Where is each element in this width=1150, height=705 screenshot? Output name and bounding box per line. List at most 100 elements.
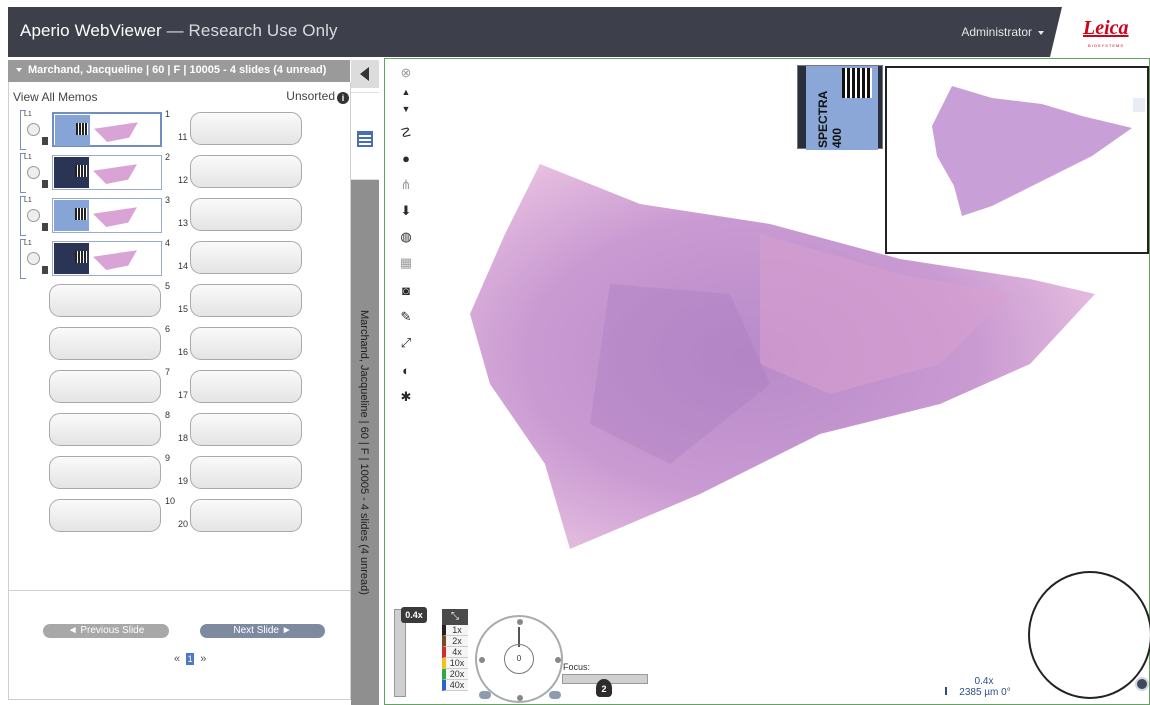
arrow-down-icon[interactable]: ▼ <box>393 99 419 119</box>
slot-number: 13 <box>178 218 189 228</box>
magnifier-handle[interactable] <box>1135 677 1149 691</box>
empty-slide-slot[interactable] <box>190 112 302 145</box>
magnification-option[interactable]: 2x <box>442 636 468 647</box>
user-menu-label: Administrator <box>961 25 1032 39</box>
collapse-panel-button[interactable] <box>351 60 379 88</box>
pager-prev[interactable]: « <box>174 653 180 665</box>
magnification-option[interactable]: 40x <box>442 680 468 691</box>
magnification-option[interactable]: 1x <box>442 625 468 636</box>
pagination: « 1 » <box>174 653 206 665</box>
user-menu[interactable]: Administrator <box>961 25 1044 39</box>
brand-subtext: BIOSYSTEMS <box>1088 43 1125 48</box>
empty-slide-slot[interactable] <box>49 370 161 403</box>
slot-number: 8 <box>165 410 171 420</box>
slide-thumbnail[interactable] <box>52 241 162 276</box>
pan-down-dot[interactable] <box>517 695 523 701</box>
grid-icon[interactable]: ▦ <box>393 253 419 273</box>
pager-next[interactable]: » <box>200 653 206 665</box>
empty-slide-slot[interactable] <box>49 413 161 446</box>
pan-right-dot[interactable] <box>555 657 561 663</box>
empty-slide-slot[interactable] <box>190 370 302 403</box>
case-header[interactable]: Marchand, Jacqueline | 60 | F | 10005 - … <box>8 60 350 82</box>
download-icon[interactable]: ⬇ <box>393 201 419 221</box>
empty-slide-slot[interactable] <box>190 155 302 188</box>
leica-logo-text: Leica <box>1083 17 1129 39</box>
rotate-right-button[interactable] <box>549 691 561 699</box>
magnification-option[interactable]: 20x <box>442 669 468 680</box>
slide-thumbnail[interactable] <box>52 198 162 233</box>
empty-slide-slot[interactable] <box>190 198 302 231</box>
sort-status[interactable]: Unsorted i <box>286 89 349 104</box>
contrast-icon[interactable]: ◐ <box>393 361 419 381</box>
document-icon[interactable] <box>42 223 48 231</box>
empty-slide-slot[interactable] <box>190 499 302 532</box>
previous-slide-button[interactable]: ◄ Previous Slide <box>43 624 169 638</box>
pan-up-dot[interactable] <box>517 619 523 625</box>
magnification-option[interactable]: 10x <box>442 658 468 669</box>
comments-icon[interactable]: ◍ <box>393 227 419 247</box>
label-text-line2: 400 <box>830 127 844 148</box>
case-vertical-strip[interactable]: Marchand, Jacqueline | 60 | F | 10005 - … <box>351 180 379 705</box>
document-icon[interactable] <box>42 266 48 274</box>
navigation-wheel[interactable]: 0 <box>475 615 563 703</box>
zoom-level-chip: 0.4x <box>401 607 427 623</box>
pin-icon[interactable]: ● <box>393 149 419 169</box>
slide-thumbnail[interactable] <box>52 155 162 190</box>
camera-icon[interactable]: ◙ <box>393 281 419 301</box>
empty-slide-slot[interactable] <box>49 327 161 360</box>
gear-icon[interactable]: ✱ <box>393 387 419 407</box>
slide-tray-panel: View All Memos Unsorted i L1 1 11 L1 2 12 L1 3 13… <box>8 82 352 700</box>
magnification-option[interactable]: 4x <box>442 647 468 658</box>
slide-select-radio[interactable] <box>27 252 40 265</box>
slot-number: 16 <box>178 347 189 357</box>
slot-number: 10 <box>165 496 176 506</box>
slide-select-radio[interactable] <box>27 166 40 179</box>
magnifier-lens[interactable] <box>1028 571 1150 699</box>
empty-slide-slot[interactable] <box>190 413 302 446</box>
barcode-icon <box>76 123 88 135</box>
overview-toggle-button[interactable] <box>1133 98 1145 112</box>
rotate-left-button[interactable] <box>479 691 491 699</box>
slide-thumbnail[interactable] <box>52 112 162 147</box>
case-vertical-title: Marchand, Jacqueline | 60 | F | 10005 - … <box>358 310 370 595</box>
empty-slide-slot[interactable] <box>49 456 161 489</box>
layout-icon[interactable] <box>357 131 373 147</box>
slide-select-radio[interactable] <box>27 209 40 222</box>
freehand-annotation-icon[interactable]: ☡ <box>393 123 419 143</box>
next-slide-button[interactable]: Next Slide ► <box>200 624 325 638</box>
empty-slide-slot[interactable] <box>49 284 161 317</box>
info-icon[interactable]: i <box>337 92 349 104</box>
shrink-icon[interactable]: ⤡ <box>442 609 468 625</box>
pan-left-dot[interactable] <box>479 657 485 663</box>
focus-handle[interactable]: 2 <box>596 679 612 697</box>
nav-center[interactable]: 0 <box>504 644 534 674</box>
app-title: Aperio WebViewer — Research Use Only <box>20 21 338 41</box>
slide-tissue-thumb <box>93 207 137 227</box>
pager-current-page[interactable]: 1 <box>186 653 195 665</box>
slot-number: 11 <box>178 132 188 142</box>
slide-level-label: L1 <box>24 154 32 161</box>
empty-slide-slot[interactable] <box>190 327 302 360</box>
link-icon[interactable]: ⋔ <box>393 175 419 195</box>
pencil-icon[interactable]: ✎ <box>393 307 419 327</box>
slide-viewer[interactable]: SPECTRA 400 ⊗ ▲ ▼ ☡ ● ⋔ ⬇ ◍ ▦ ◙ ✎ ⤢ ◐ ✱ … <box>384 58 1150 705</box>
empty-slide-slot[interactable] <box>49 499 161 532</box>
slide-level-label: L1 <box>24 111 32 118</box>
slide-select-radio[interactable] <box>27 123 40 136</box>
slide-label-area <box>54 200 89 231</box>
document-icon[interactable] <box>42 137 48 145</box>
app-header: Aperio WebViewer — Research Use Only Adm… <box>8 7 1150 57</box>
empty-slide-slot[interactable] <box>190 241 302 274</box>
scale-rotation: 0° <box>1001 687 1011 698</box>
view-all-memos-link[interactable]: View All Memos <box>13 90 97 104</box>
overview-thumbnail[interactable] <box>885 66 1149 254</box>
slot-number: 15 <box>178 304 189 314</box>
empty-slide-slot[interactable] <box>190 456 302 489</box>
document-icon[interactable] <box>42 180 48 188</box>
slide-level-label: L1 <box>24 197 32 204</box>
slide-label-thumbnail[interactable]: SPECTRA 400 <box>797 65 883 150</box>
close-icon[interactable]: ⊗ <box>393 63 419 83</box>
panel-divider <box>9 590 352 591</box>
empty-slide-slot[interactable] <box>190 284 302 317</box>
expand-icon[interactable]: ⤢ <box>393 333 419 353</box>
